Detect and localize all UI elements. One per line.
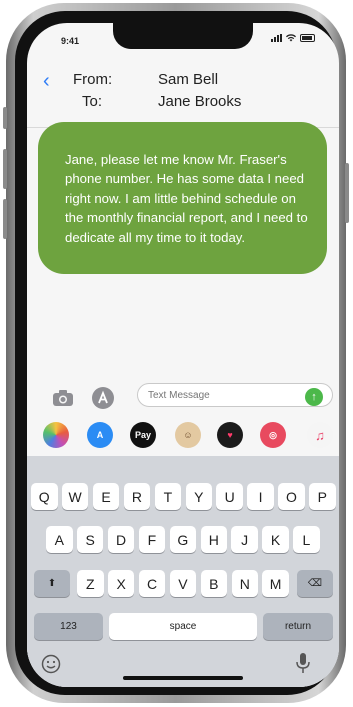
signal-icon	[271, 34, 282, 42]
key-r[interactable]: R	[123, 483, 151, 510]
from-value: Sam Bell	[158, 71, 219, 88]
digital-touch-app-icon[interactable]: ♥	[217, 422, 243, 448]
message-input[interactable]	[137, 383, 333, 407]
key-v[interactable]: V	[169, 570, 197, 597]
key-k[interactable]: K	[262, 526, 289, 553]
composer-row: ↑	[27, 381, 339, 413]
search-images-app-icon[interactable]: ◎	[260, 422, 286, 448]
key-i[interactable]: I	[247, 483, 274, 510]
music-app-icon[interactable]: ♫	[307, 422, 333, 448]
key-l[interactable]: L	[293, 526, 320, 553]
phone-frame: 9:41 ‹ From: Sam Bell To: Jane Brooks Ja…	[3, 3, 349, 703]
status-time: 9:41	[61, 36, 80, 46]
apple-pay-app-icon[interactable]: Pay	[130, 422, 156, 448]
keyboard: QWERTYUIOP ASDFGHJKL ZXCVBNM ⬆ ⌫ 123 space…	[27, 456, 339, 687]
volume-up-button	[3, 149, 7, 189]
key-c[interactable]: C	[138, 570, 166, 597]
battery-icon	[300, 34, 315, 42]
imessage-app-drawer: A Pay ☺ ♥ ◎ ♫	[27, 422, 339, 454]
animoji-app-icon[interactable]: ☺	[175, 422, 201, 448]
camera-icon[interactable]	[51, 386, 75, 410]
from-label: From:	[73, 71, 113, 88]
key-t[interactable]: T	[154, 483, 182, 510]
key-n[interactable]: N	[231, 570, 258, 597]
status-icons	[271, 34, 315, 42]
space-key[interactable]: space	[109, 613, 257, 640]
phone-screen: 9:41 ‹ From: Sam Bell To: Jane Brooks Ja…	[27, 23, 339, 687]
back-chevron-icon[interactable]: ‹	[43, 71, 50, 91]
to-label: To:	[82, 93, 103, 110]
microphone-icon[interactable]	[295, 652, 311, 674]
app-store-icon[interactable]	[91, 386, 115, 410]
key-h[interactable]: H	[200, 526, 227, 553]
key-a[interactable]: A	[46, 526, 73, 553]
key-b[interactable]: B	[200, 570, 228, 597]
key-q[interactable]: Q	[31, 483, 58, 510]
key-z[interactable]: Z	[77, 570, 104, 597]
key-j[interactable]: J	[231, 526, 258, 553]
key-m[interactable]: M	[262, 570, 289, 597]
key-e[interactable]: E	[92, 483, 120, 510]
to-value: Jane Brooks	[158, 93, 242, 110]
key-x[interactable]: X	[107, 570, 135, 597]
app-store-app-icon[interactable]: A	[87, 422, 113, 448]
shift-key[interactable]: ⬆	[34, 570, 70, 597]
key-g[interactable]: G	[169, 526, 197, 553]
return-key[interactable]: return	[263, 613, 333, 640]
photos-app-icon[interactable]	[43, 422, 69, 448]
emoji-icon[interactable]	[41, 654, 61, 674]
silent-switch	[3, 107, 7, 129]
key-s[interactable]: S	[76, 526, 104, 553]
numbers-key[interactable]: 123	[34, 613, 103, 640]
home-indicator	[123, 676, 243, 680]
key-p[interactable]: P	[309, 483, 336, 510]
key-y[interactable]: Y	[185, 483, 212, 510]
key-d[interactable]: D	[107, 526, 135, 553]
keyboard-bottom-bar	[27, 644, 339, 687]
delete-key[interactable]: ⌫	[297, 570, 333, 597]
key-w[interactable]: W	[61, 483, 89, 510]
notch	[113, 23, 253, 49]
volume-down-button	[3, 199, 7, 239]
message-bubble: Jane, please let me know Mr. Fraser's ph…	[38, 122, 327, 274]
key-o[interactable]: O	[278, 483, 305, 510]
send-arrow-icon[interactable]: ↑	[305, 388, 323, 406]
wifi-icon	[286, 34, 296, 42]
key-f[interactable]: F	[138, 526, 166, 553]
power-button	[345, 163, 349, 223]
message-header: ‹ From: Sam Bell To: Jane Brooks	[27, 63, 339, 127]
key-u[interactable]: U	[216, 483, 243, 510]
